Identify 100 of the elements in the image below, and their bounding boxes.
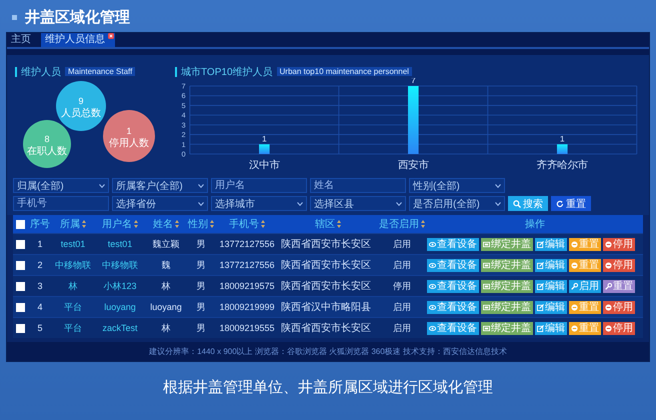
select-field[interactable]: 归属(全部) xyxy=(13,178,109,193)
action-button[interactable]: 重置 xyxy=(569,258,601,272)
table-cell-text: 陕西省西安市长安区 xyxy=(280,238,372,251)
sort-icon[interactable] xyxy=(261,220,265,228)
select-field[interactable]: 选择省份 xyxy=(112,196,208,211)
action-button[interactable]: 编辑 xyxy=(535,280,567,292)
action-button[interactable]: 绑定井盖 xyxy=(481,322,533,334)
table-cell-text: 林 xyxy=(68,280,78,292)
action-button[interactable]: 启用 xyxy=(569,280,601,292)
action-button[interactable]: 查看设备 xyxy=(427,300,479,314)
table-cell-text: zackTest xyxy=(101,323,138,333)
edit-icon xyxy=(537,304,544,310)
table-cell-text: 陕西省西安市长安区 xyxy=(280,322,372,335)
chevron-down-icon xyxy=(297,202,303,206)
table-cell-text: 男 xyxy=(196,258,206,272)
select-field[interactable]: 是否启用(全部) xyxy=(409,196,505,211)
row-checkbox[interactable] xyxy=(16,240,25,248)
bubble-value: 8 xyxy=(44,134,50,144)
bar xyxy=(408,86,419,154)
select-field[interactable]: 选择区县 xyxy=(310,196,406,211)
select-field[interactable]: 性别(全部) xyxy=(409,178,505,193)
table-cell-text: 停用 xyxy=(392,280,412,292)
sort-icon[interactable] xyxy=(175,220,179,228)
card-icon xyxy=(483,240,490,248)
sort-icon[interactable] xyxy=(134,220,138,228)
axis-tick-label: 5 xyxy=(181,101,186,110)
sort-icon[interactable] xyxy=(82,220,86,228)
table-cell-text: 陕西省汉中市略阳县 xyxy=(280,300,372,314)
table-cell-text: 启用 xyxy=(392,322,412,334)
minus-circle-icon xyxy=(605,324,612,332)
axis-category-label: 汉中市 xyxy=(248,160,280,171)
action-button[interactable]: 停用 xyxy=(603,322,635,334)
panel-title: 城市TOP10维护人员 xyxy=(181,66,272,78)
action-button[interactable]: 停用 xyxy=(603,300,635,314)
action-button[interactable]: 重置 xyxy=(569,300,601,314)
axis-tick-label: 6 xyxy=(181,91,186,100)
row-checkbox[interactable] xyxy=(16,324,25,332)
chevron-down-icon xyxy=(495,202,501,206)
chevron-down-icon xyxy=(198,184,204,188)
action-button[interactable]: 编辑 xyxy=(535,322,567,334)
column-header: 性别 xyxy=(188,218,208,231)
action-button[interactable]: 查看设备 xyxy=(427,322,479,334)
action-button[interactable]: 编辑 xyxy=(535,258,567,272)
action-button[interactable]: 绑定井盖 xyxy=(481,238,533,250)
tab[interactable]: 维护人员信息 xyxy=(41,33,115,47)
table-cell-text: 2 xyxy=(36,260,44,270)
action-button[interactable]: 重置 xyxy=(569,238,601,250)
select-field[interactable]: 选择城市 xyxy=(211,196,307,211)
action-button[interactable]: 查看设备 xyxy=(427,238,479,250)
search-button[interactable]: 搜索 xyxy=(508,196,548,211)
column-header: 手机号 xyxy=(229,218,259,231)
row-checkbox[interactable] xyxy=(16,282,25,290)
action-button[interactable]: 编辑 xyxy=(535,300,567,314)
minus-circle-icon xyxy=(605,240,612,248)
select-field[interactable]: 所属客户(全部) xyxy=(112,178,208,193)
close-icon[interactable] xyxy=(108,33,114,39)
action-button[interactable]: 查看设备 xyxy=(427,258,479,272)
input-field[interactable]: 姓名 xyxy=(310,178,406,193)
action-button[interactable]: 重置 xyxy=(603,280,635,292)
table-cell-text: 启用 xyxy=(392,238,412,250)
action-button[interactable]: 查看设备 xyxy=(427,280,479,292)
bubble-value: 9 xyxy=(78,96,84,106)
chevron-down-icon xyxy=(495,184,501,188)
table-cell-text: 启用 xyxy=(392,258,412,272)
table-cell-text: 5 xyxy=(36,323,44,333)
table-cell-text: 林 xyxy=(160,322,172,334)
card-icon xyxy=(483,304,490,310)
edit-icon xyxy=(537,282,544,290)
action-button[interactable]: 停用 xyxy=(603,258,635,272)
bubble-label: 在职人数 xyxy=(27,146,67,157)
row-checkbox[interactable] xyxy=(16,260,25,270)
action-button[interactable]: 绑定井盖 xyxy=(481,280,533,292)
action-button[interactable]: 重置 xyxy=(569,322,601,334)
select-all-checkbox[interactable] xyxy=(16,220,25,228)
tab[interactable]: 主页 xyxy=(7,33,41,47)
table-cell-text: 13772127556 xyxy=(218,260,276,270)
action-button[interactable]: 绑定井盖 xyxy=(481,258,533,272)
reset-button[interactable]: 重置 xyxy=(551,196,591,211)
sort-icon[interactable] xyxy=(337,220,341,228)
action-button[interactable]: 编辑 xyxy=(535,238,567,250)
table-cell-text: luoyang xyxy=(149,302,183,312)
action-button[interactable]: 绑定井盖 xyxy=(481,300,533,314)
eye-icon xyxy=(429,324,436,332)
table-cell-text: 中移物联 xyxy=(54,258,92,272)
row-checkbox[interactable] xyxy=(16,302,25,312)
eye-icon xyxy=(429,262,436,268)
card-icon xyxy=(483,282,490,290)
card-icon xyxy=(483,324,490,332)
minus-circle-icon xyxy=(605,262,612,268)
input-field[interactable]: 用户名 xyxy=(211,178,307,193)
footer-text: 建议分辨率：1440 x 900以上 浏览器：谷歌浏览器 火狐浏览器 360极速 技术支持：西安信达信息技术 xyxy=(7,342,649,361)
panel-subtitle: Maintenance Staff xyxy=(65,67,136,76)
input-field[interactable]: 手机号 xyxy=(13,196,109,211)
sort-icon[interactable] xyxy=(210,220,214,228)
sort-icon[interactable] xyxy=(421,220,425,228)
table-cell-text: 13772127556 xyxy=(218,239,276,249)
action-button[interactable]: 停用 xyxy=(603,238,635,250)
table-cell-text: 魏立颖 xyxy=(152,238,180,250)
axis-tick-label: 4 xyxy=(181,110,186,120)
table-cell-text: 平台 xyxy=(63,300,83,314)
